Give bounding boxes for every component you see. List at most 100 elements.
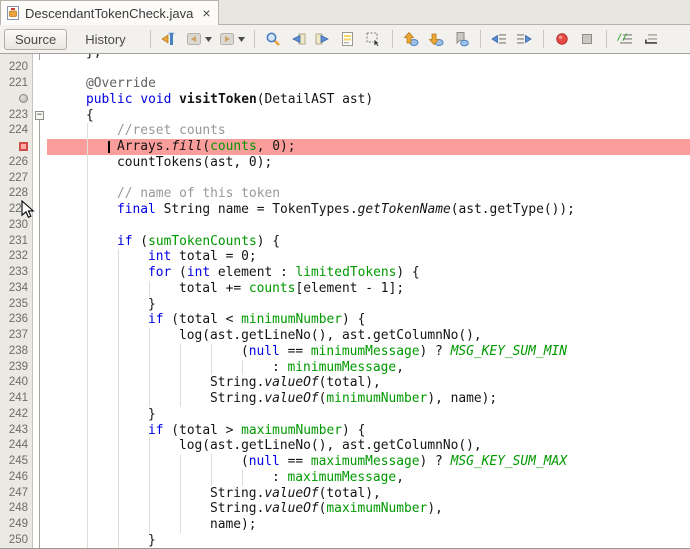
toggle-bookmark-icon[interactable] — [452, 30, 471, 48]
code-line-235[interactable]: 235} — [0, 297, 690, 313]
code-line-244[interactable]: 244log(ast.getLineNo(), ast.getColumnNo(… — [0, 438, 690, 454]
fold-column[interactable]: − — [33, 108, 47, 124]
code-line-228[interactable]: 228// name of this token — [0, 186, 690, 202]
line-number[interactable]: 237 — [0, 328, 33, 344]
line-number[interactable]: 246 — [0, 470, 33, 486]
code-line-238[interactable]: 238(null == minimumMessage) ? MSG_KEY_SU… — [0, 344, 690, 360]
navigate-forward-dropdown-icon[interactable] — [238, 30, 246, 48]
tab-descendanttokencheck[interactable]: DescendantTokenCheck.java × — [0, 0, 219, 25]
code-line-227[interactable]: 227 — [0, 171, 690, 187]
code-line-231[interactable]: 231if (sumTokenCounts) { — [0, 234, 690, 250]
code-line-247[interactable]: 247String.valueOf(total), — [0, 486, 690, 502]
code-line-226[interactable]: 226 countTokens(ast, 0); — [0, 155, 690, 171]
gutter-override-glyph[interactable] — [0, 92, 33, 108]
start-macro-recording-icon[interactable] — [553, 30, 572, 48]
code-line-250[interactable]: 250} — [0, 533, 690, 549]
fold-collapse-icon[interactable]: − — [35, 111, 44, 120]
shift-line-right-icon[interactable] — [515, 30, 534, 48]
fold-line — [39, 218, 40, 234]
line-number[interactable]: 234 — [0, 281, 33, 297]
code-line-249[interactable]: 249name); — [0, 517, 690, 533]
toolbar-separator — [254, 30, 255, 48]
line-number[interactable]: 244 — [0, 438, 33, 454]
find-previous-occurrence-icon[interactable] — [289, 30, 308, 48]
navigate-back-dropdown-icon[interactable] — [205, 30, 213, 48]
shift-line-left-icon[interactable] — [490, 30, 509, 48]
source-button[interactable]: Source — [4, 29, 67, 50]
code-text: } — [47, 407, 690, 423]
previous-bookmark-icon[interactable] — [402, 30, 421, 48]
line-number[interactable]: 224 — [0, 123, 33, 139]
mouse-cursor-icon — [21, 200, 35, 225]
line-number[interactable]: 239 — [0, 360, 33, 376]
line-number[interactable]: 220 — [0, 60, 33, 76]
next-bookmark-icon[interactable] — [427, 30, 446, 48]
fold-column — [33, 344, 47, 360]
line-number[interactable]: 226 — [0, 155, 33, 171]
fold-column — [33, 123, 47, 139]
last-edit-position-icon[interactable] — [160, 30, 179, 48]
code-line-232[interactable]: 232int total = 0; — [0, 249, 690, 265]
code-text — [47, 171, 690, 187]
line-number[interactable]: 238 — [0, 344, 33, 360]
line-number[interactable]: 245 — [0, 454, 33, 470]
code-line-230[interactable]: 230 — [0, 218, 690, 234]
code-line-222[interactable]: public void visitToken(DetailAST ast) — [0, 92, 690, 108]
editor-toolbar: Source History — [0, 25, 690, 54]
comment-icon[interactable]: // — [616, 30, 635, 48]
line-number[interactable]: 223 — [0, 108, 33, 124]
code-text: countTokens(ast, 0); — [47, 155, 690, 171]
code-line-243[interactable]: 243if (total > maximumNumber) { — [0, 423, 690, 439]
line-number[interactable]: 235 — [0, 297, 33, 313]
uncomment-icon[interactable] — [641, 30, 660, 48]
line-number[interactable]: 221 — [0, 76, 33, 92]
line-number[interactable]: 243 — [0, 423, 33, 439]
find-next-occurrence-icon[interactable] — [314, 30, 333, 48]
line-number[interactable]: 233 — [0, 265, 33, 281]
line-number[interactable]: 248 — [0, 501, 33, 517]
code-line-237[interactable]: 237log(ast.getLineNo(), ast.getColumnNo(… — [0, 328, 690, 344]
code-line-224[interactable]: 224//reset counts — [0, 123, 690, 139]
code-line-225[interactable]: Arrays.fill(counts, 0); — [0, 139, 690, 155]
find-selection-icon[interactable] — [264, 30, 283, 48]
toggle-highlight-search-icon[interactable] — [339, 30, 358, 48]
code-line-229[interactable]: 229final String name = TokenTypes.getTok… — [0, 202, 690, 218]
fold-column — [33, 155, 47, 171]
code-line-240[interactable]: 240String.valueOf(total), — [0, 375, 690, 391]
fold-column — [33, 360, 47, 376]
line-number[interactable]: 231 — [0, 234, 33, 250]
fold-column — [33, 470, 47, 486]
code-line-236[interactable]: 236if (total < minimumNumber) { — [0, 312, 690, 328]
code-line-239[interactable]: 239: minimumMessage, — [0, 360, 690, 376]
stop-macro-recording-icon[interactable] — [578, 30, 597, 48]
line-number[interactable]: 236 — [0, 312, 33, 328]
code-line-234[interactable]: 234total += counts[element - 1]; — [0, 281, 690, 297]
history-button[interactable]: History — [75, 29, 135, 50]
code-line-220[interactable]: 220 — [0, 60, 690, 76]
line-number[interactable]: 227 — [0, 171, 33, 187]
line-number[interactable]: 247 — [0, 486, 33, 502]
line-number[interactable]: 249 — [0, 517, 33, 533]
code-line-241[interactable]: 241String.valueOf(minimumNumber), name); — [0, 391, 690, 407]
navigate-back-icon[interactable] — [185, 30, 204, 48]
breakpoint-icon[interactable] — [19, 142, 28, 151]
line-number[interactable]: 240 — [0, 375, 33, 391]
gutter-breakpoint-glyph[interactable] — [0, 139, 33, 155]
line-number[interactable]: 232 — [0, 249, 33, 265]
code-line-233[interactable]: 233for (int element : limitedTokens) { — [0, 265, 690, 281]
fold-column — [33, 533, 47, 549]
tab-close-icon[interactable]: × — [202, 6, 210, 20]
code-line-246[interactable]: 246: maximumMessage, — [0, 470, 690, 486]
toolbar-separator — [150, 30, 151, 48]
line-number[interactable]: 241 — [0, 391, 33, 407]
navigate-forward-icon[interactable] — [218, 30, 237, 48]
code-line-248[interactable]: 248String.valueOf(maximumNumber), — [0, 501, 690, 517]
code-line-242[interactable]: 242} — [0, 407, 690, 423]
code-line-221[interactable]: 221@Override — [0, 76, 690, 92]
line-number[interactable]: 250 — [0, 533, 33, 549]
code-line-223[interactable]: 223−{ — [0, 108, 690, 124]
toggle-rectangular-selection-icon[interactable] — [364, 30, 383, 48]
code-editor[interactable]: };220221@Overridepublic void visitToken(… — [0, 54, 690, 549]
line-number[interactable]: 242 — [0, 407, 33, 423]
code-line-245[interactable]: 245(null == maximumMessage) ? MSG_KEY_SU… — [0, 454, 690, 470]
